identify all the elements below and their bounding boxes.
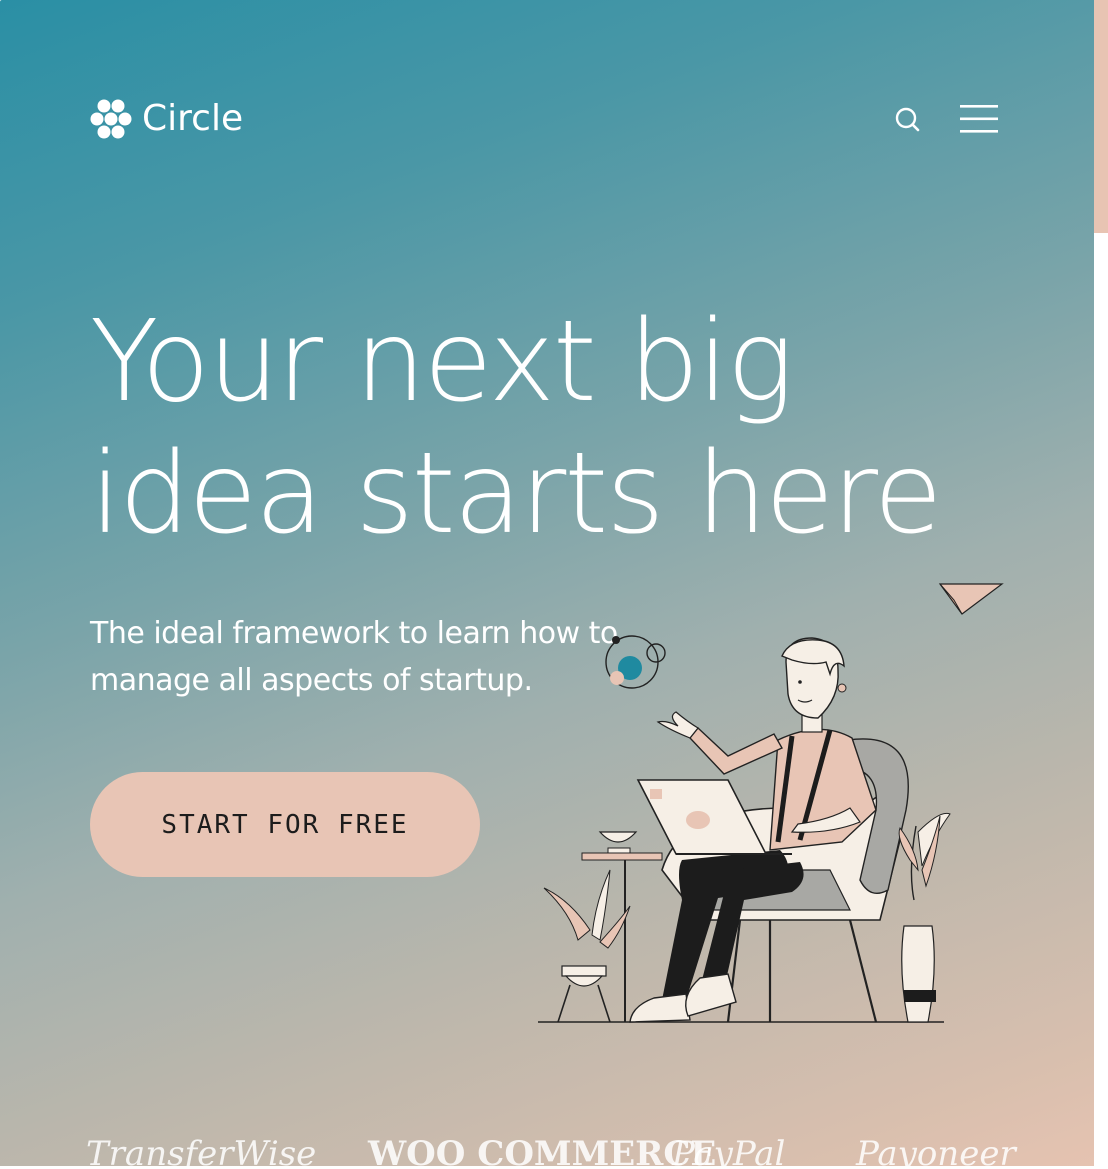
hero-title: Your next big idea starts here (90, 296, 990, 560)
start-for-free-button[interactable]: START FOR FREE (90, 772, 480, 877)
hero-section: Circle Your next big idea starts here Th… (0, 0, 1094, 1169)
person-with-laptop-illustration (538, 583, 1004, 1023)
search-icon (895, 107, 920, 132)
partner-logos: TransferWise WOO COMMERCE PayPal Payonee… (0, 1134, 1094, 1169)
hamburger-menu-icon (960, 105, 998, 133)
partner-logo-paypal: PayPal (672, 1134, 786, 1169)
hero-title-line: Your next big (90, 297, 794, 427)
logo[interactable]: Circle (90, 97, 243, 141)
circle-logo-icon (90, 99, 132, 139)
search-button[interactable] (893, 105, 923, 135)
paper-plane-icon (938, 583, 1004, 615)
menu-button[interactable] (960, 104, 998, 134)
brand-name: Circle (142, 98, 244, 139)
hero-title-line: idea starts here (90, 429, 943, 559)
partner-logo-woocommerce: WOO COMMERCE (368, 1134, 717, 1169)
partner-logo-transferwise: TransferWise (86, 1134, 317, 1169)
partner-logo-payoneer: Payoneer (856, 1134, 1016, 1169)
orbit-icon (605, 635, 666, 689)
scrollbar-thumb[interactable] (1094, 0, 1108, 233)
